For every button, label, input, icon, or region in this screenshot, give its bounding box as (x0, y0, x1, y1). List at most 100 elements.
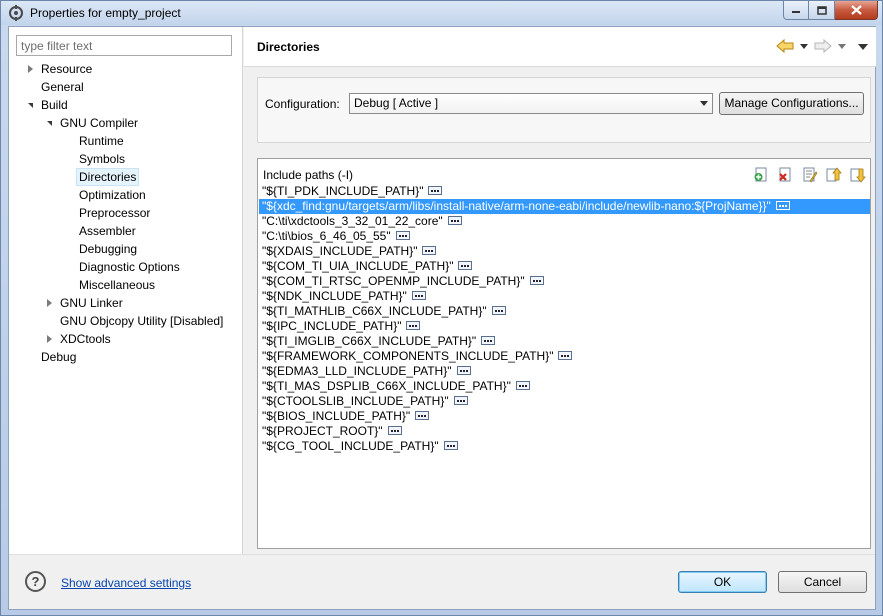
tree-item[interactable]: General (9, 78, 243, 96)
tree-item-label: Miscellaneous (79, 278, 156, 292)
include-path-row[interactable]: "${COM_TI_RTSC_OPENMP_INCLUDE_PATH}" (259, 274, 870, 289)
include-paths-group: Include paths (-I) "${TI_PDK_INCLUDE_PAT… (257, 158, 871, 549)
include-path-row[interactable]: "${XDAIS_INCLUDE_PATH}" (259, 244, 870, 259)
page-title: Directories (257, 40, 320, 54)
include-path-row[interactable]: "${xdc_find:gnu/targets/arm/libs/install… (259, 199, 870, 214)
delete-icon[interactable] (777, 166, 794, 183)
more-options-icon[interactable] (406, 321, 421, 331)
minimize-icon (792, 11, 800, 13)
more-options-icon[interactable] (453, 396, 468, 406)
expanded-chevron-icon[interactable] (28, 103, 33, 108)
move-up-icon[interactable] (825, 166, 842, 183)
include-path-row[interactable]: "${TI_IMGLIB_C66X_INCLUDE_PATH}" (259, 334, 870, 349)
tree-item[interactable]: Runtime (9, 132, 243, 150)
more-options-icon[interactable] (491, 306, 506, 316)
more-options-icon[interactable] (529, 276, 544, 286)
include-path-row[interactable]: "${TI_PDK_INCLUDE_PATH}" (259, 184, 870, 199)
include-path-row[interactable]: "${CG_TOOL_INCLUDE_PATH}" (259, 439, 870, 454)
include-path-row[interactable]: "${EDMA3_LLD_INCLUDE_PATH}" (259, 364, 870, 379)
more-options-icon[interactable] (775, 201, 790, 211)
include-path-row[interactable]: "${NDK_INCLUDE_PATH}" (259, 289, 870, 304)
close-icon (850, 5, 862, 15)
view-menu-icon[interactable] (858, 43, 868, 50)
more-options-icon[interactable] (481, 336, 496, 346)
tree-item-label: GNU Objcopy Utility [Disabled] (60, 314, 224, 328)
more-options-icon[interactable] (515, 381, 530, 391)
forward-arrow-icon[interactable] (814, 39, 832, 53)
tree-item[interactable]: Diagnostic Options (9, 258, 243, 276)
close-button[interactable] (835, 1, 878, 20)
tree-item[interactable]: Build (9, 96, 243, 114)
include-path-text: "${XDAIS_INCLUDE_PATH}" (262, 244, 418, 258)
more-options-icon[interactable] (422, 246, 437, 256)
more-options-icon[interactable] (387, 426, 402, 436)
more-options-icon[interactable] (456, 366, 471, 376)
more-options-icon[interactable] (428, 186, 443, 196)
tree-item[interactable]: Debugging (9, 240, 243, 258)
collapsed-chevron-icon[interactable] (47, 335, 52, 343)
include-path-row[interactable]: "${TI_MATHLIB_C66X_INCLUDE_PATH}" (259, 304, 870, 319)
more-options-icon[interactable] (558, 351, 573, 361)
add-icon[interactable] (753, 166, 770, 183)
include-path-row[interactable]: "${BIOS_INCLUDE_PATH}" (259, 409, 870, 424)
more-options-icon[interactable] (447, 216, 462, 226)
tree-item[interactable]: XDCtools (9, 330, 243, 348)
more-options-icon[interactable] (443, 441, 458, 451)
tree-item-label: Assembler (79, 224, 136, 238)
tree-item[interactable]: Resource (9, 60, 243, 78)
back-dropdown-icon[interactable] (800, 44, 808, 49)
tree-item[interactable]: Optimization (9, 186, 243, 204)
tree-item[interactable]: Directories (9, 168, 243, 186)
move-down-icon[interactable] (849, 166, 866, 183)
ok-button[interactable]: OK (678, 571, 767, 593)
include-path-row[interactable]: "${IPC_INCLUDE_PATH}" (259, 319, 870, 334)
tree-item[interactable]: Preprocessor (9, 204, 243, 222)
minimize-button[interactable] (783, 1, 809, 20)
back-arrow-icon[interactable] (776, 39, 794, 53)
cancel-button[interactable]: Cancel (778, 571, 867, 593)
tree-item-label: Build (41, 98, 68, 112)
manage-configurations-button[interactable]: Manage Configurations... (719, 92, 864, 115)
include-path-text: "${BIOS_INCLUDE_PATH}" (262, 409, 411, 423)
show-advanced-settings-link[interactable]: Show advanced settings (61, 576, 191, 590)
tree-item[interactable]: Symbols (9, 150, 243, 168)
title-bar[interactable]: Properties for empty_project (1, 1, 882, 25)
configuration-select[interactable]: Debug [ Active ] (349, 93, 713, 114)
edit-icon[interactable] (801, 166, 818, 183)
expanded-chevron-icon[interactable] (47, 121, 52, 126)
tree-item[interactable]: Assembler (9, 222, 243, 240)
app-icon (9, 5, 23, 21)
page-header: Directories (244, 27, 876, 67)
tree-item-label: General (41, 80, 84, 94)
include-path-text: "${TI_MAS_DSPLIB_C66X_INCLUDE_PATH}" (262, 379, 511, 393)
tree-item-label: XDCtools (60, 332, 111, 346)
tree-item[interactable]: Debug (9, 348, 243, 366)
tree-item[interactable]: GNU Linker (9, 294, 243, 312)
include-path-row[interactable]: "${TI_MAS_DSPLIB_C66X_INCLUDE_PATH}" (259, 379, 870, 394)
include-path-row[interactable]: "C:\ti\bios_6_46_05_55" (259, 229, 870, 244)
include-path-row[interactable]: "${CTOOLSLIB_INCLUDE_PATH}" (259, 394, 870, 409)
collapsed-chevron-icon[interactable] (47, 299, 52, 307)
more-options-icon[interactable] (458, 261, 473, 271)
tree-item[interactable]: Miscellaneous (9, 276, 243, 294)
filter-input[interactable] (16, 35, 232, 56)
include-path-text: "${TI_MATHLIB_C66X_INCLUDE_PATH}" (262, 304, 487, 318)
include-path-text: "${COM_TI_RTSC_OPENMP_INCLUDE_PATH}" (262, 274, 525, 288)
more-options-icon[interactable] (411, 291, 426, 301)
tree-item[interactable]: GNU Compiler (9, 114, 243, 132)
tree-item-label: Preprocessor (79, 206, 151, 220)
more-options-icon[interactable] (415, 411, 430, 421)
include-path-row[interactable]: "${COM_TI_UIA_INCLUDE_PATH}" (259, 259, 870, 274)
collapsed-chevron-icon[interactable] (28, 65, 33, 73)
include-path-row[interactable]: "${FRAMEWORK_COMPONENTS_INCLUDE_PATH}" (259, 349, 870, 364)
include-path-row[interactable]: "${PROJECT_ROOT}" (259, 424, 870, 439)
help-icon[interactable]: ? (25, 571, 46, 592)
forward-dropdown-icon[interactable] (838, 44, 846, 49)
include-path-row[interactable]: "C:\ti\xdctools_3_32_01_22_core" (259, 214, 870, 229)
tree-item-label: Runtime (79, 134, 124, 148)
dialog-footer: ? Show advanced settings OK Cancel (9, 554, 875, 609)
tree-item[interactable]: GNU Objcopy Utility [Disabled] (9, 312, 243, 330)
maximize-button[interactable] (809, 1, 835, 20)
more-options-icon[interactable] (395, 231, 410, 241)
include-paths-title: Include paths (-I) (263, 168, 354, 182)
